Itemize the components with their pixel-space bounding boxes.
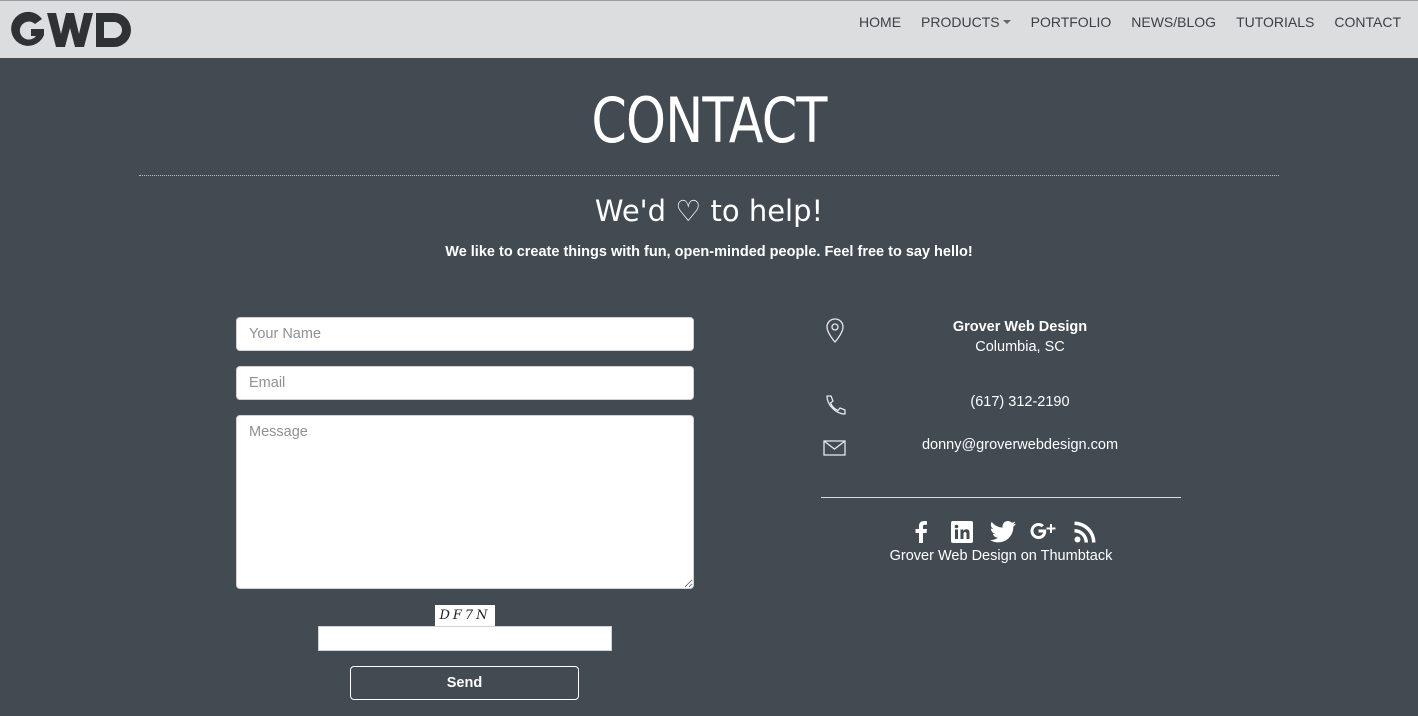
nav-products-label: PRODUCTS — [921, 14, 1000, 30]
nav-news-blog-label: NEWS/BLOG — [1131, 14, 1217, 30]
linkedin-icon[interactable] — [941, 519, 982, 545]
twitter-icon[interactable] — [982, 519, 1023, 545]
email-address[interactable]: donny@groverwebdesign.com — [860, 435, 1180, 455]
nav-contact-label: CONTACT — [1334, 14, 1401, 30]
social-links — [900, 519, 1105, 545]
tagline: We'd ♡ to help! — [594, 194, 824, 228]
chevron-down-icon — [1002, 20, 1011, 24]
nav-contact[interactable]: CONTACT — [1324, 14, 1411, 30]
title-divider — [139, 175, 1279, 176]
nav-home-label: HOME — [859, 14, 902, 30]
envelope-icon — [823, 440, 846, 456]
nav-tutorials[interactable]: TUTORIALS — [1226, 14, 1324, 30]
phone-icon — [826, 395, 846, 415]
nav-news-blog[interactable]: NEWS/BLOG — [1121, 14, 1226, 30]
intro-text: We like to create things with fun, open-… — [445, 244, 973, 260]
captcha-input[interactable] — [318, 626, 612, 651]
nav-portfolio[interactable]: PORTFOLIO — [1021, 14, 1122, 30]
facebook-icon[interactable] — [900, 519, 941, 545]
send-button[interactable]: Send — [350, 666, 579, 700]
nav-portfolio-label: PORTFOLIO — [1030, 14, 1112, 30]
message-textarea[interactable] — [236, 415, 694, 589]
nav-products[interactable]: PRODUCTS — [911, 14, 1021, 30]
top-nav-bar: HOME PRODUCTS PORTFOLIO NEWS/BLOG TUTORI… — [0, 0, 1418, 58]
gwd-logo[interactable] — [10, 8, 138, 52]
contact-divider — [821, 497, 1181, 498]
location-pin-icon — [826, 318, 844, 343]
captcha-image: DF7N — [435, 605, 495, 626]
email-input[interactable] — [236, 366, 694, 400]
main-nav: HOME PRODUCTS PORTFOLIO NEWS/BLOG TUTORI… — [849, 1, 1411, 43]
google-plus-icon[interactable] — [1023, 519, 1064, 545]
nav-home[interactable]: HOME — [849, 14, 911, 30]
name-input[interactable] — [236, 317, 694, 351]
page-title: CONTACT — [591, 84, 827, 157]
rss-icon[interactable] — [1064, 519, 1105, 545]
company-city: Columbia, SC — [975, 339, 1065, 355]
nav-tutorials-label: TUTORIALS — [1236, 14, 1315, 30]
company-name: Grover Web Design — [952, 319, 1088, 335]
thumbtack-link[interactable]: Grover Web Design on Thumbtack — [821, 548, 1181, 564]
phone-number[interactable]: (617) 312-2190 — [860, 392, 1180, 412]
